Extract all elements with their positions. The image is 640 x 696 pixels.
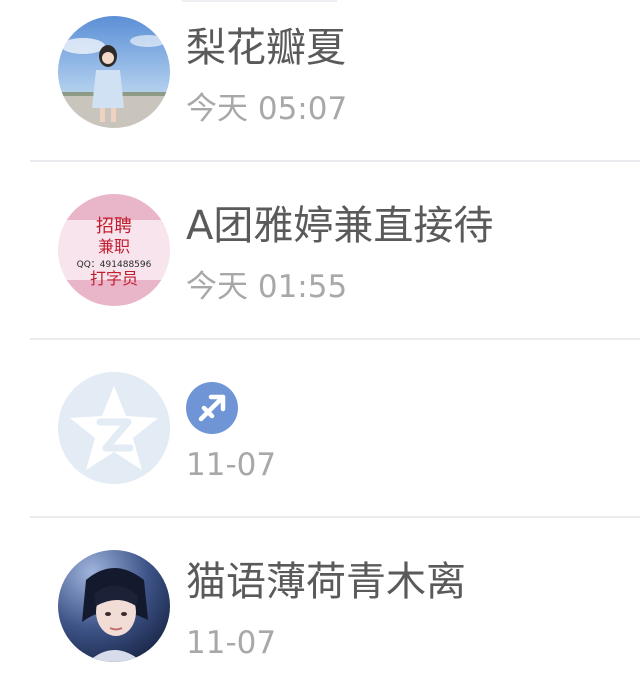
avatar-photo	[58, 550, 170, 662]
row-divider	[30, 516, 640, 518]
avatar-photo	[58, 16, 170, 128]
default-qq-avatar-icon	[58, 372, 170, 484]
contact-time: 11-07	[186, 447, 277, 483]
contact-row[interactable]: 猫语薄荷青木离 11-07	[0, 536, 640, 696]
avatar[interactable]	[58, 550, 170, 662]
avatar[interactable]: 招聘 兼职 QQ：491488596 打字员	[58, 194, 170, 306]
contact-time: 11-07	[186, 625, 277, 661]
row-divider	[30, 160, 640, 162]
contact-row[interactable]: 11-07	[0, 358, 640, 518]
contact-time: 今天 05:07	[186, 91, 348, 127]
contact-name: A团雅婷兼直接待	[186, 203, 494, 249]
contact-time: 今天 01:55	[186, 269, 348, 305]
avatar[interactable]	[58, 372, 170, 484]
avatar-line-4: 打字员	[90, 269, 138, 288]
avatar-line-1: 招聘	[96, 216, 132, 237]
contact-row[interactable]: 招聘 兼职 QQ：491488596 打字员 A团雅婷兼直接待 今天 01:55	[0, 180, 640, 340]
contact-name: 猫语薄荷青木离	[186, 559, 466, 605]
contact-name: 梨花瓣夏	[186, 25, 346, 71]
avatar-line-2: 兼职	[98, 237, 130, 256]
sagittarius-icon	[186, 382, 238, 434]
avatar-ad-image: 招聘 兼职 QQ：491488596 打字员	[58, 194, 170, 306]
contact-row[interactable]: 梨花瓣夏 今天 05:07	[0, 2, 640, 162]
avatar[interactable]	[58, 16, 170, 128]
row-divider	[30, 338, 640, 340]
